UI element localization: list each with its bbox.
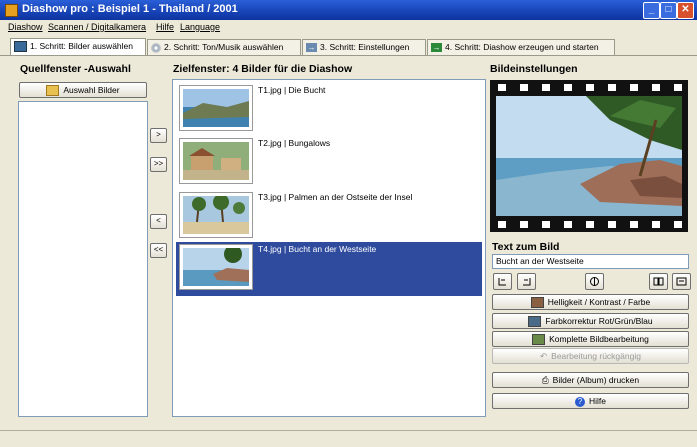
image-adjust-icon xyxy=(530,297,544,309)
thumbnail-image xyxy=(179,85,253,131)
maximize-button[interactable]: □ xyxy=(660,2,677,19)
tab-label: 4. Schritt: Diashow erzeugen und starten xyxy=(445,42,599,52)
folder-icon xyxy=(46,85,60,97)
full-edit-button[interactable]: Komplette Bildbearbeitung xyxy=(492,331,689,347)
text-label: Text zum Bild xyxy=(492,241,560,253)
title-bar: Diashow pro : Beispiel 1 - Thailand / 20… xyxy=(0,0,697,20)
item-caption: T2.jpg | Bungalows xyxy=(258,138,331,148)
thumbnail-image xyxy=(179,192,253,238)
app-icon xyxy=(5,4,18,17)
minimize-button[interactable]: _ xyxy=(643,2,660,19)
mirror-icon[interactable] xyxy=(649,273,668,290)
button-label: Komplette Bildbearbeitung xyxy=(549,334,649,344)
tab-step-2[interactable]: 2. Schritt: Ton/Musik auswählen xyxy=(147,39,301,55)
item-caption: T3.jpg | Palmen an der Ostseite der Inse… xyxy=(258,192,413,202)
color-correction-button[interactable]: Farbkorrektur Rot/Grün/Blau xyxy=(492,313,689,329)
remove-button[interactable]: < xyxy=(150,214,167,229)
button-label: Bilder (Album) drucken xyxy=(552,375,640,385)
item-caption: T4.jpg | Bucht an der Westseite xyxy=(258,244,377,254)
target-title: Zielfenster: 4 Bilder für die Diashow xyxy=(173,63,353,75)
preview-image xyxy=(496,84,682,228)
monitor-icon xyxy=(14,41,27,53)
image-text-field[interactable]: Bucht an der Westseite xyxy=(492,254,689,269)
menu-bar: Diashow Scannen / Digitalkamera Hilfe La… xyxy=(0,21,697,35)
undo-icon: ↶ xyxy=(540,351,548,361)
print-album-button[interactable]: ⎙ Bilder (Album) drucken xyxy=(492,372,689,388)
list-item[interactable]: T1.jpg | Die Bucht xyxy=(176,83,482,133)
rotate-right-icon[interactable] xyxy=(517,273,536,290)
filmstrip-preview xyxy=(490,80,688,232)
menu-hilfe[interactable]: Hilfe xyxy=(156,22,174,32)
thumbnail-image xyxy=(179,244,253,290)
tab-divider xyxy=(0,55,697,56)
color-correction-icon xyxy=(528,316,542,328)
tab-step-1[interactable]: 1. Schritt: Bilder auswählen xyxy=(10,38,146,56)
add-button[interactable]: > xyxy=(150,128,167,143)
target-list[interactable]: T1.jpg | Die Bucht T2.jpg | Bungalows T3… xyxy=(172,79,486,417)
list-item[interactable]: T3.jpg | Palmen an der Ostseite der Inse… xyxy=(176,190,482,240)
rotate-left-icon[interactable] xyxy=(493,273,512,290)
list-item[interactable]: T2.jpg | Bungalows xyxy=(176,136,482,186)
window-title: Diashow pro : Beispiel 1 - Thailand / 20… xyxy=(22,3,238,15)
source-title: Quellfenster -Auswahl xyxy=(20,63,131,75)
menu-diashow[interactable]: Diashow xyxy=(8,22,43,32)
list-item-selected[interactable]: T4.jpg | Bucht an der Westseite xyxy=(176,242,482,296)
settings-title: Bildeinstellungen xyxy=(490,63,578,75)
arrow-right-green-icon: → xyxy=(431,43,442,53)
source-list[interactable] xyxy=(18,101,148,417)
arrow-right-icon: → xyxy=(306,43,317,53)
button-label: Farbkorrektur Rot/Grün/Blau xyxy=(545,316,653,326)
select-images-button[interactable]: Auswahl Bilder xyxy=(19,82,147,98)
select-images-label: Auswahl Bilder xyxy=(63,85,120,95)
step-tabs: 1. Schritt: Bilder auswählen 2. Schritt:… xyxy=(0,38,697,56)
item-caption: T1.jpg | Die Bucht xyxy=(258,85,326,95)
button-label: Bearbeitung rückgängig xyxy=(551,351,641,361)
tab-label: 1. Schritt: Bilder auswählen xyxy=(30,41,133,51)
menu-language[interactable]: Language xyxy=(180,22,220,32)
crop-icon[interactable] xyxy=(672,273,691,290)
tab-label: 2. Schritt: Ton/Musik auswählen xyxy=(164,42,284,52)
remove-all-button[interactable]: << xyxy=(150,243,167,258)
thumbnail-image xyxy=(179,138,253,184)
tab-label: 3. Schritt: Einstellungen xyxy=(320,42,410,52)
menu-scannen[interactable]: Scannen / Digitalkamera xyxy=(48,22,146,32)
help-button[interactable]: ? Hilfe xyxy=(492,393,689,409)
image-edit-icon xyxy=(532,334,546,346)
printer-icon: ⎙ xyxy=(541,375,549,385)
tab-step-4[interactable]: → 4. Schritt: Diashow erzeugen und starte… xyxy=(427,39,615,55)
button-label: Hilfe xyxy=(588,396,606,406)
tab-step-3[interactable]: → 3. Schritt: Einstellungen xyxy=(302,39,426,55)
button-label: Helligkeit / Kontrast / Farbe xyxy=(547,297,651,307)
brightness-contrast-button[interactable]: Helligkeit / Kontrast / Farbe xyxy=(492,294,689,310)
add-all-button[interactable]: >> xyxy=(150,157,167,172)
close-button[interactable]: ✕ xyxy=(677,2,694,19)
cd-icon xyxy=(151,42,161,53)
status-bar xyxy=(0,430,697,447)
undo-edit-button[interactable]: ↶ Bearbeitung rückgängig xyxy=(492,348,689,364)
help-icon: ? xyxy=(574,396,585,407)
flip-icon[interactable] xyxy=(585,273,604,290)
